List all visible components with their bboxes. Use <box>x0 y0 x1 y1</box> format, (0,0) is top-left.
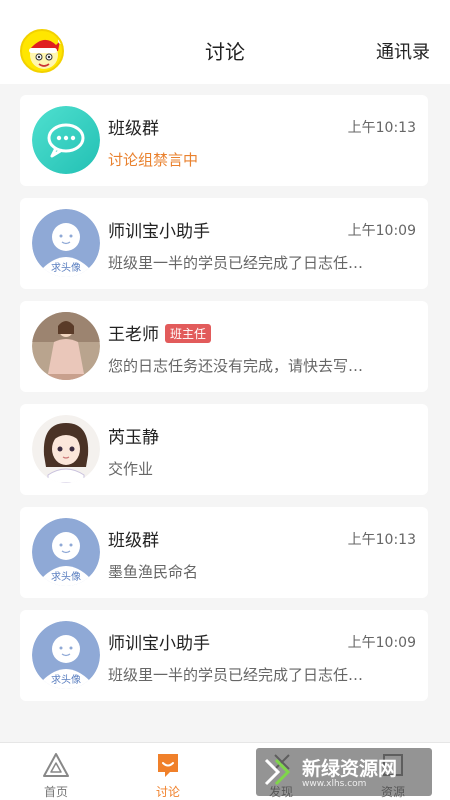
role-badge: 班主任 <box>165 324 212 343</box>
watermark: 新绿资源网 www.xlhs.com <box>256 748 432 796</box>
teacher-avatar <box>32 312 100 380</box>
avatar-caption: 求头像 <box>51 572 81 583</box>
top-bar: 讨论 通讯录 <box>0 0 450 84</box>
watermark-logo-icon <box>264 758 291 786</box>
conversation-name: 班级群 <box>108 531 159 551</box>
conversation-item[interactable]: 求头像 班级群 上午10:13 墨鱼渔民命名 <box>20 507 428 598</box>
default-avatar-icon: 求头像 <box>32 621 100 689</box>
conversation-time: 上午10:13 <box>347 532 416 548</box>
tab-discussion[interactable]: 讨论 <box>112 743 224 800</box>
conversation-preview: 交作业 <box>108 460 154 478</box>
conversation-preview: 墨鱼渔民命名 <box>108 563 199 581</box>
conversation-preview: 班级里一半的学员已经完成了日志任… <box>108 254 364 272</box>
tab-home[interactable]: 首页 <box>0 743 112 800</box>
student-avatar <box>32 415 100 483</box>
chat-icon <box>158 754 178 777</box>
conversation-time: 上午10:13 <box>347 120 416 136</box>
watermark-text: 新绿资源网 <box>302 758 398 780</box>
conversation-item[interactable]: 求头像 师训宝小助手 上午10:09 班级里一半的学员已经完成了日志任… <box>20 198 428 289</box>
conversation-item[interactable]: 求头像 师训宝小助手 上午10:09 班级里一半的学员已经完成了日志任… <box>20 610 428 701</box>
conversation-item[interactable]: 王老师 班主任 您的日志任务还没有完成，请快去写… <box>20 301 428 392</box>
conversation-preview: 班级里一半的学员已经完成了日志任… <box>108 666 364 684</box>
conversation-item[interactable]: 芮玉静 交作业 <box>20 404 428 495</box>
conversation-name: 班级群 <box>108 119 159 139</box>
conversation-item[interactable]: 班级群 上午10:13 讨论组禁言中 <box>20 95 428 186</box>
conversation-preview: 您的日志任务还没有完成，请快去写… <box>108 357 364 375</box>
watermark-url: www.xlhs.com <box>302 779 367 789</box>
default-avatar-icon: 求头像 <box>32 518 100 586</box>
conversation-name: 师训宝小助手 <box>108 222 210 242</box>
conversation-time: 上午10:09 <box>347 223 416 239</box>
default-avatar-icon: 求头像 <box>32 209 100 277</box>
conversation-name: 师训宝小助手 <box>108 634 210 654</box>
conversation-name: 芮玉静 <box>108 428 159 448</box>
avatar-caption: 求头像 <box>51 675 81 686</box>
conversation-preview: 讨论组禁言中 <box>108 151 199 169</box>
conversation-list: 班级群 上午10:13 讨论组禁言中 求头像 师训宝小助手 上午10:09 班级… <box>20 95 428 713</box>
contacts-link[interactable]: 通讯录 <box>376 38 430 64</box>
conversation-time: 上午10:09 <box>347 635 416 651</box>
conversation-name: 王老师 班主任 <box>108 320 212 345</box>
triangle-icon <box>43 753 69 777</box>
avatar-caption: 求头像 <box>51 263 81 274</box>
group-chat-avatar <box>32 106 100 174</box>
